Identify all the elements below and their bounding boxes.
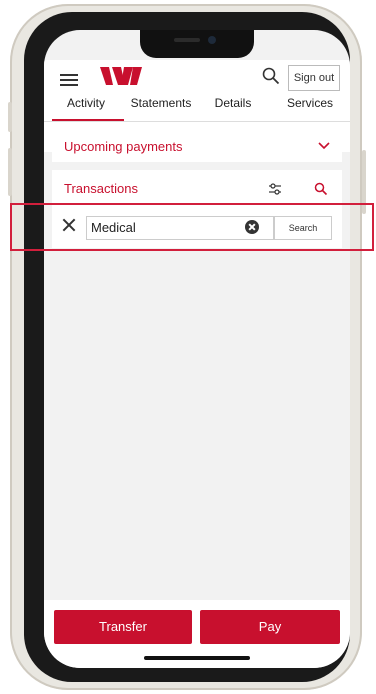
sign-out-button[interactable]: Sign out (288, 65, 340, 91)
tab-statements[interactable]: Statements (126, 96, 196, 110)
menu-icon[interactable] (60, 74, 78, 86)
highlight-box (10, 203, 374, 251)
tab-activity[interactable]: Activity (58, 96, 114, 110)
home-indicator (144, 656, 250, 660)
transactions-title: Transactions (64, 181, 138, 196)
transfer-button[interactable]: Transfer (54, 610, 192, 644)
phone-side-button (8, 102, 12, 132)
upcoming-payments-title: Upcoming payments (64, 139, 183, 154)
phone-side-button (8, 148, 12, 196)
search-icon[interactable] (262, 67, 280, 85)
speaker (174, 38, 200, 42)
tab-services[interactable]: Services (280, 96, 340, 110)
header-divider (44, 121, 350, 122)
bottom-action-bar: Transfer Pay (44, 600, 350, 668)
pay-button[interactable]: Pay (200, 610, 340, 644)
notch (140, 30, 254, 58)
search-icon[interactable] (314, 182, 328, 196)
camera (208, 36, 216, 44)
chevron-down-icon[interactable] (318, 141, 330, 151)
filter-icon[interactable] (268, 182, 282, 196)
tab-details[interactable]: Details (208, 96, 258, 110)
app-screen: Sign out Activity Statements Details Ser… (44, 30, 350, 668)
upcoming-payments-card[interactable]: Upcoming payments (52, 130, 342, 162)
westpac-logo (100, 67, 142, 85)
